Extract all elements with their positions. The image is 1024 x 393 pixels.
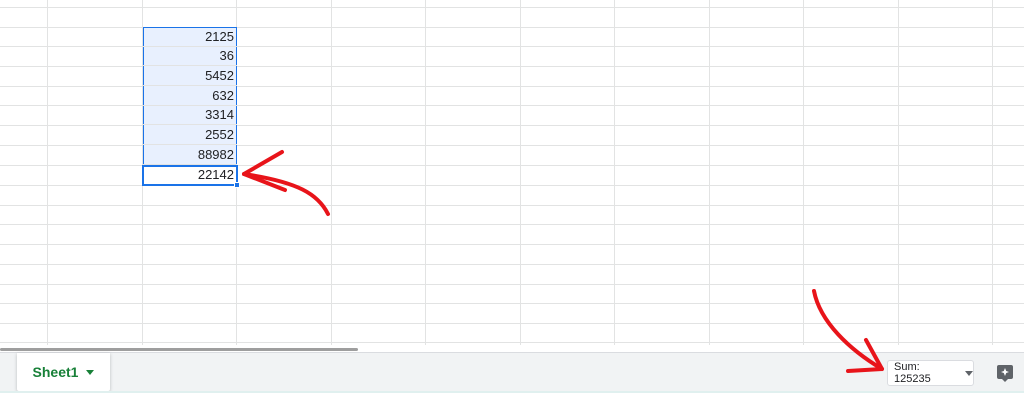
sheet-tab-label: Sheet1: [32, 364, 79, 380]
row-divider: [0, 205, 1024, 206]
sheet-bar: Sheet1 Sum: 125235: [0, 352, 1024, 393]
row-divider: [0, 303, 1024, 304]
cell-value[interactable]: 2552: [143, 125, 237, 145]
row-divider: [0, 244, 1024, 245]
explore-icon: [997, 365, 1013, 382]
column-divider: [614, 0, 615, 345]
column-divider: [47, 0, 48, 345]
cell-value[interactable]: 2125: [143, 27, 237, 47]
caret-down-icon: [965, 370, 973, 376]
row-divider: [0, 284, 1024, 285]
explore-button[interactable]: [993, 361, 1017, 385]
cell-value[interactable]: 3314: [143, 105, 237, 125]
sum-summary-dropdown[interactable]: Sum: 125235: [887, 360, 974, 386]
column-divider: [520, 0, 521, 345]
row-divider: [0, 342, 1024, 343]
column-divider: [992, 0, 993, 345]
caret-down-icon[interactable]: [86, 369, 95, 375]
row-divider: [0, 7, 1024, 8]
fill-handle[interactable]: [234, 182, 240, 188]
row-divider: [0, 264, 1024, 265]
column-divider: [331, 0, 332, 345]
sum-label: Sum: 125235: [894, 361, 931, 385]
row-divider: [0, 224, 1024, 225]
cell-value-active[interactable]: 22142: [143, 165, 237, 185]
cell-value[interactable]: 5452: [143, 66, 237, 86]
column-divider: [709, 0, 710, 345]
spreadsheet-grid[interactable]: 2125 36 5452 632 3314 2552 88982 22142: [0, 0, 1024, 345]
column-divider: [898, 0, 899, 345]
sheet-tab[interactable]: Sheet1: [17, 353, 110, 391]
cell-value[interactable]: 88982: [143, 145, 237, 165]
cell-value[interactable]: 632: [143, 86, 237, 106]
column-divider: [425, 0, 426, 345]
column-divider: [803, 0, 804, 345]
row-divider: [0, 323, 1024, 324]
horizontal-scrollbar[interactable]: [0, 348, 358, 351]
cell-value[interactable]: 36: [143, 46, 237, 66]
